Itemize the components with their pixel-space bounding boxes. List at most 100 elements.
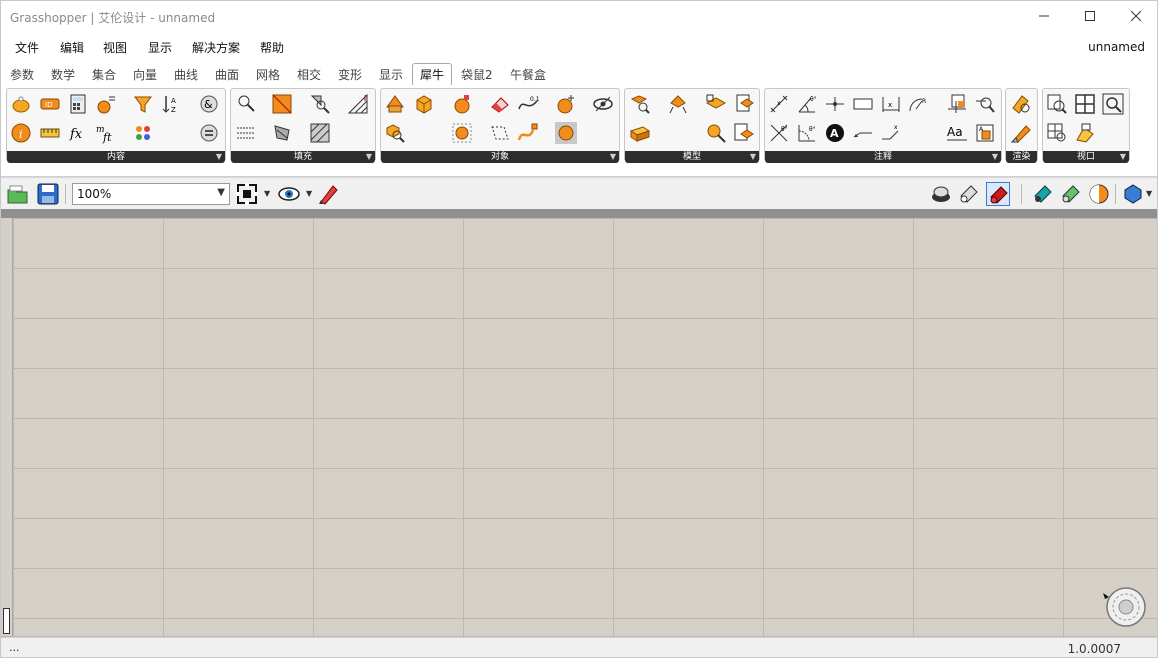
close-button[interactable] (1113, 1, 1157, 31)
panel-annotation-label[interactable]: 注释 ▼ (765, 151, 1001, 163)
rectangle-dimension-icon[interactable] (852, 93, 874, 115)
boundary-hatch-icon[interactable] (271, 93, 293, 115)
hatch-shape-icon[interactable] (271, 122, 293, 144)
model-slab-icon[interactable] (629, 122, 651, 144)
linear-dimension-icon[interactable]: x (880, 93, 902, 115)
tab-vector[interactable]: 向量 (133, 66, 157, 83)
radius-dimension-icon[interactable]: R (908, 93, 930, 115)
ruler-icon[interactable] (39, 122, 61, 144)
dashed-selection-icon[interactable] (489, 122, 511, 144)
zoom-extents-button[interactable] (235, 182, 259, 206)
tab-lunchbox[interactable]: 午餐盒 (510, 66, 546, 83)
text-dot-icon[interactable] (946, 93, 968, 115)
model-properties-icon[interactable] (733, 122, 755, 144)
function-fx-icon[interactable]: fx (67, 122, 89, 144)
tab-surface[interactable]: 曲面 (215, 66, 239, 83)
maximize-button[interactable] (1067, 1, 1113, 31)
text-frame-icon[interactable]: A (974, 122, 996, 144)
visibility-eye-icon[interactable] (592, 93, 614, 115)
object-list-icon[interactable] (95, 93, 117, 115)
unit-ft-icon[interactable]: m ft (95, 122, 117, 144)
grid-sphere-icon[interactable] (451, 122, 473, 144)
angle-dimension-icon[interactable]: θ° (796, 93, 818, 115)
render-material-icon[interactable] (1010, 93, 1032, 115)
sketch-button[interactable] (317, 182, 341, 206)
tab-params[interactable]: 参数 (10, 66, 34, 83)
scrollbar-thumb[interactable] (3, 608, 10, 634)
minimize-button[interactable] (1021, 1, 1067, 31)
leader-icon[interactable] (852, 122, 874, 144)
tab-maths[interactable]: 数学 (51, 66, 75, 83)
zoom-extents-dropdown-icon[interactable]: ▼ (264, 189, 270, 198)
calculator-icon[interactable] (67, 93, 89, 115)
and-operator-icon[interactable]: & (198, 93, 220, 115)
menu-file[interactable]: 文件 (15, 39, 39, 56)
ordinate-dimension-icon[interactable]: x (880, 122, 902, 144)
annotation-search-icon[interactable] (974, 93, 996, 115)
tab-rhino[interactable]: 犀牛 (412, 63, 453, 85)
half-preview-button[interactable] (1087, 182, 1111, 206)
point-dimension-icon[interactable] (824, 93, 846, 115)
teapot-icon[interactable] (10, 93, 32, 115)
viewport-zoom-icon[interactable] (1102, 93, 1124, 115)
menu-view[interactable]: 视图 (103, 39, 127, 56)
sphere-object-icon[interactable] (451, 93, 473, 115)
id-tag-icon[interactable]: ID (39, 93, 61, 115)
tab-mesh[interactable]: 网格 (256, 66, 280, 83)
material-button[interactable] (1121, 182, 1145, 206)
render-brush-icon[interactable] (1010, 122, 1032, 144)
model-document-icon[interactable] (733, 93, 755, 115)
panel-viewport-label[interactable]: 视口 ▼ (1043, 151, 1129, 163)
material-dropdown-icon[interactable]: ▼ (1146, 189, 1152, 198)
zoom-level-select[interactable]: 100% ▼ (72, 183, 230, 205)
panel-hatch-label[interactable]: 填充 ▼ (231, 151, 375, 163)
preview-dropdown-icon[interactable]: ▼ (306, 189, 312, 198)
panel-render-label[interactable]: 渲染 (1006, 151, 1037, 163)
tab-transform[interactable]: 变形 (338, 66, 362, 83)
object-bake-icon[interactable] (384, 93, 406, 115)
model-object-icon[interactable] (667, 93, 689, 115)
text-style-icon[interactable]: Aa (946, 122, 968, 144)
shaded-display-button[interactable] (957, 182, 981, 206)
viewport-capture-icon[interactable] (1046, 93, 1068, 115)
pick-hatch-icon[interactable] (235, 93, 257, 115)
panel-model-label[interactable]: 模型 ▼ (625, 151, 759, 163)
hatch-pattern-icon[interactable] (347, 93, 369, 115)
panel-objects-label[interactable]: 对象 ▼ (381, 151, 619, 163)
tab-intersect[interactable]: 相交 (297, 66, 321, 83)
filter-icon[interactable] (132, 93, 154, 115)
document-preview-button[interactable] (1031, 182, 1055, 206)
menu-edit[interactable]: 编辑 (60, 39, 84, 56)
menu-solution[interactable]: 解决方案 (192, 39, 240, 56)
text-a-icon[interactable]: A (824, 122, 846, 144)
model-pick-icon[interactable] (629, 93, 651, 115)
viewport-grid-icon[interactable] (1074, 93, 1096, 115)
hatch-select-icon[interactable] (309, 93, 331, 115)
curve-tolerance-icon[interactable]: 0.1 (517, 93, 539, 115)
wire-display-button[interactable] (929, 182, 953, 206)
viewport-named-view-icon[interactable] (1074, 122, 1096, 144)
info-icon[interactable]: i (10, 122, 32, 144)
canvas-vertical-scrollbar[interactable] (1, 218, 13, 636)
model-search-icon[interactable] (705, 122, 727, 144)
tab-display[interactable]: 显示 (379, 66, 403, 83)
equals-operator-icon[interactable] (198, 122, 220, 144)
object-select-icon[interactable] (384, 122, 406, 144)
object-add-icon[interactable] (555, 93, 577, 115)
save-file-button[interactable] (36, 182, 60, 206)
tab-kangaroo2[interactable]: 袋鼠2 (461, 66, 493, 83)
preview-button[interactable] (277, 182, 301, 206)
color-dots-icon[interactable] (132, 122, 154, 144)
tab-curve[interactable]: 曲线 (174, 66, 198, 83)
angular-marker-icon[interactable]: θ° (768, 122, 790, 144)
dotted-hatch-icon[interactable] (235, 122, 257, 144)
aligned-dimension-icon[interactable]: x (768, 93, 790, 115)
eraser-icon[interactable] (489, 93, 511, 115)
menu-help[interactable]: 帮助 (260, 39, 284, 56)
shaded-sphere-icon[interactable] (555, 122, 577, 144)
hatch-fill-icon[interactable] (309, 122, 331, 144)
model-layer-icon[interactable] (705, 93, 727, 115)
menu-display[interactable]: 显示 (148, 39, 172, 56)
canvas-navigator-widget[interactable] (1101, 583, 1147, 629)
curve-pick-icon[interactable] (517, 122, 539, 144)
